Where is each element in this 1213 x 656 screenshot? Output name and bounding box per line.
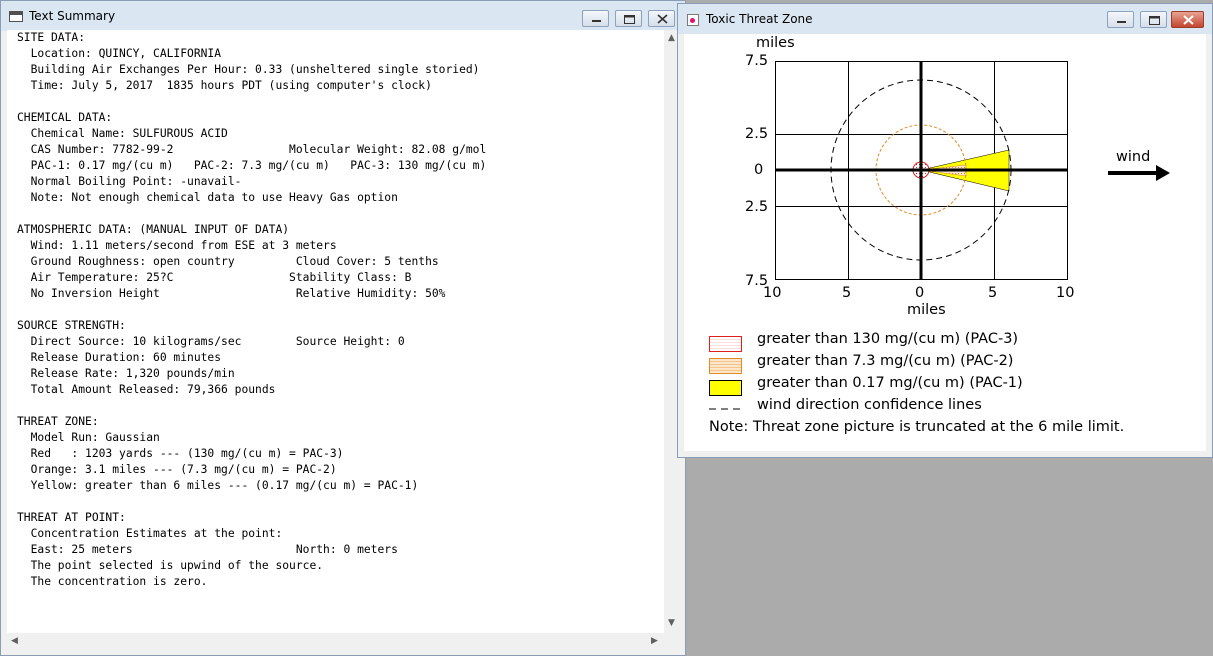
summary-line: CAS Number: 7782-99-2 Molecular Weight: … [17, 143, 487, 156]
summary-line [17, 302, 486, 318]
summary-line: Building Air Exchanges Per Hour: 0.33 (u… [17, 63, 480, 76]
summary-line: Chemical Name: SULFUROUS ACID [17, 127, 228, 140]
wind-arrow-icon [1108, 165, 1170, 181]
legend-swatch-pac1 [709, 380, 742, 396]
window-icon [687, 14, 699, 26]
scroll-down-icon[interactable]: ▼ [668, 619, 675, 628]
maximize-button[interactable] [615, 10, 642, 27]
summary-line: Release Rate: 1,320 pounds/min [17, 367, 235, 380]
close-button[interactable] [648, 10, 675, 27]
summary-line: Release Duration: 60 minutes [17, 351, 222, 364]
text-summary-titlebar[interactable]: Text Summary [1, 1, 685, 31]
summary-line: The concentration is zero. [17, 575, 208, 588]
text-summary-title: Text Summary [29, 9, 116, 23]
truncation-note: Note: Threat zone picture is truncated a… [709, 419, 1125, 435]
summary-line: Ground Roughness: open country Cloud Cov… [17, 255, 439, 268]
horizontal-scrollbar[interactable]: ◀ ▶ [7, 633, 664, 650]
threat-zone-titlebar[interactable]: Toxic Threat Zone [678, 4, 1212, 34]
summary-line: Model Run: Gaussian [17, 431, 160, 444]
summary-line: THREAT ZONE: [17, 415, 99, 428]
legend-label-pac2: greater than 7.3 mg/(cu m) (PAC-2) [757, 353, 1014, 369]
threat-zone-plot: miles miles 7.5 2.5 0 2.5 7.5 10 5 0 5 1… [684, 34, 1206, 451]
legend-label-confidence: wind direction confidence lines [757, 397, 982, 413]
summary-line: Total Amount Released: 79,366 pounds [17, 383, 276, 396]
summary-line: Red : 1203 yards --- (130 mg/(cu m) = PA… [17, 447, 344, 460]
maximize-icon [1149, 16, 1160, 25]
legend-swatch-pac2 [709, 358, 742, 374]
threat-zone-title: Toxic Threat Zone [706, 12, 813, 26]
summary-line [17, 94, 486, 110]
close-icon [657, 14, 668, 24]
summary-line: Normal Boiling Point: -unavail- [17, 175, 242, 188]
scroll-right-icon[interactable]: ▶ [651, 637, 658, 646]
summary-text-area[interactable]: SITE DATA: Location: QUINCY, CALIFORNIA … [7, 30, 664, 633]
maximize-icon [624, 15, 635, 24]
maximize-button[interactable] [1140, 11, 1167, 28]
minimize-icon [592, 20, 601, 22]
summary-line: Location: QUINCY, CALIFORNIA [17, 47, 222, 60]
summary-line: Time: July 5, 2017 1835 hours PDT (using… [17, 79, 432, 92]
summary-lines: SITE DATA: Location: QUINCY, CALIFORNIA … [17, 30, 486, 590]
window-icon [9, 11, 23, 22]
summary-line [17, 398, 486, 414]
summary-line: East: 25 meters North: 0 meters [17, 543, 398, 556]
legend-label-pac3: greater than 130 mg/(cu m) (PAC-3) [757, 331, 1019, 347]
minimize-button[interactable] [582, 10, 609, 27]
summary-line: ATMOSPHERIC DATA: (MANUAL INPUT OF DATA) [17, 223, 290, 236]
close-button[interactable] [1171, 11, 1204, 28]
summary-line: THREAT AT POINT: [17, 511, 126, 524]
summary-line: Direct Source: 10 kilograms/sec Source H… [17, 335, 405, 348]
scroll-up-icon[interactable]: ▲ [668, 34, 675, 43]
threat-zone-window: Toxic Threat Zone miles miles 7.5 2.5 0 … [677, 3, 1213, 458]
summary-line: SOURCE STRENGTH: [17, 319, 126, 332]
summary-line [17, 206, 486, 222]
minimize-icon [1117, 21, 1126, 23]
text-summary-window: Text Summary SITE DATA: Location: QUINCY… [0, 0, 686, 656]
summary-line: No Inversion Height Relative Humidity: 5… [17, 287, 446, 300]
close-icon [1183, 15, 1194, 25]
summary-line: Concentration Estimates at the point: [17, 527, 283, 540]
legend-label-pac1: greater than 0.17 mg/(cu m) (PAC-1) [757, 375, 1023, 391]
summary-line: SITE DATA: [17, 31, 86, 44]
summary-line: CHEMICAL DATA: [17, 111, 113, 124]
legend-swatch-pac3 [709, 336, 742, 352]
scroll-left-icon[interactable]: ◀ [11, 637, 18, 646]
summary-line: Wind: 1.11 meters/second from ESE at 3 m… [17, 239, 337, 252]
summary-line: The point selected is upwind of the sour… [17, 559, 324, 572]
minimize-button[interactable] [1107, 11, 1134, 28]
summary-line: Orange: 3.1 miles --- (7.3 mg/(cu m) = P… [17, 463, 337, 476]
summary-line: PAC-1: 0.17 mg/(cu m) PAC-2: 7.3 mg/(cu … [17, 159, 487, 172]
scrollbar-corner [664, 633, 681, 650]
summary-line: Note: Not enough chemical data to use He… [17, 191, 398, 204]
summary-line [17, 494, 486, 510]
summary-line: Yellow: greater than 6 miles --- (0.17 m… [17, 479, 419, 492]
summary-line: Air Temperature: 25?C Stability Class: B [17, 271, 412, 284]
legend-swatch-confidence [709, 408, 742, 410]
